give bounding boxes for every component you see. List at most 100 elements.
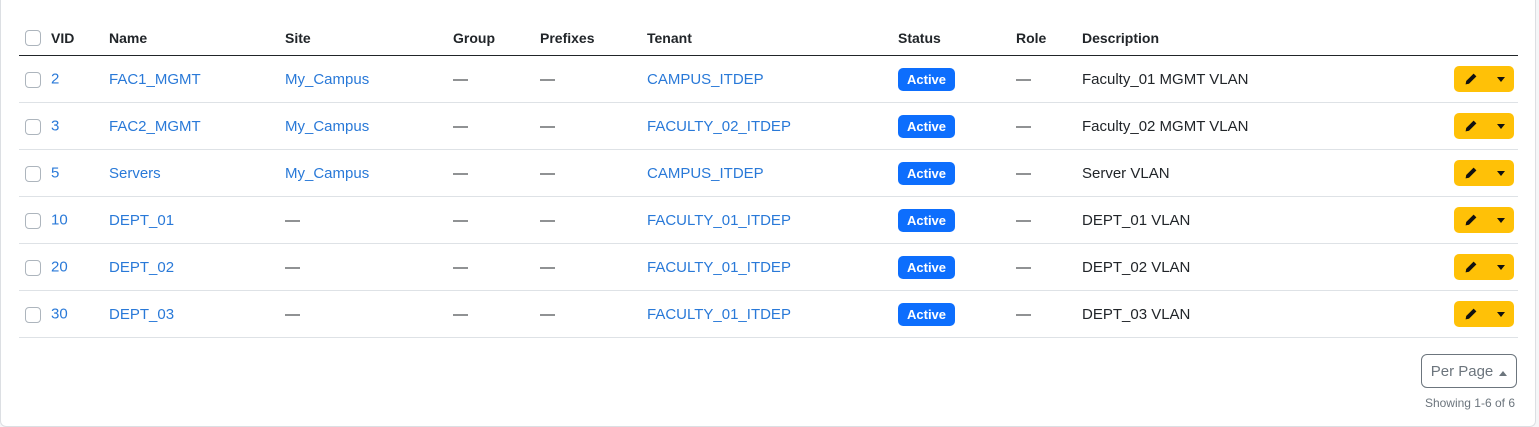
description-cell: DEPT_03 VLAN xyxy=(1082,290,1382,338)
tenant-link[interactable]: FACULTY_02_ITDEP xyxy=(647,118,791,135)
vid-cell: 20 xyxy=(19,243,109,291)
site-link[interactable]: My_Campus xyxy=(285,118,369,135)
status-badge: Active xyxy=(898,255,956,279)
edit-button[interactable] xyxy=(1454,254,1514,280)
tenant-link[interactable]: CAMPUS_ITDEP xyxy=(647,165,764,182)
row-select-checkbox[interactable] xyxy=(25,306,41,323)
column-header-role[interactable]: Role xyxy=(1016,20,1082,56)
prefixes-cell: — xyxy=(540,102,647,150)
status-cell: Active xyxy=(898,290,1016,338)
edit-button[interactable] xyxy=(1454,66,1514,92)
per-page-dropdown[interactable]: Per Page xyxy=(1421,354,1517,388)
description-cell: Faculty_02 MGMT VLAN xyxy=(1082,102,1382,150)
name-cell: FAC1_MGMT xyxy=(109,55,285,103)
role-value: — xyxy=(1016,70,1031,88)
tenant-link[interactable]: FACULTY_01_ITDEP xyxy=(647,306,791,323)
site-cell: My_Campus xyxy=(285,102,453,150)
pencil-icon xyxy=(1465,261,1477,273)
vid-link[interactable]: 20 xyxy=(51,259,68,276)
tenant-link[interactable]: FACULTY_01_ITDEP xyxy=(647,259,791,276)
group-cell: — xyxy=(453,196,540,244)
actions-cell xyxy=(1382,149,1518,197)
pagination-summary: Showing 1-6 of 6 xyxy=(1424,396,1515,410)
prefixes-value: — xyxy=(540,305,555,323)
table-row: 2 FAC1_MGMT My_Campus — — CAMPUS_ITDEP Active —… xyxy=(19,55,1518,103)
vlan-name-link[interactable]: DEPT_03 xyxy=(109,306,174,323)
prefixes-cell: — xyxy=(540,196,647,244)
edit-button[interactable] xyxy=(1454,207,1514,233)
prefixes-value: — xyxy=(540,164,555,182)
site-value: — xyxy=(285,258,300,276)
column-header-tenant[interactable]: Tenant xyxy=(647,20,898,56)
group-value: — xyxy=(453,70,468,88)
status-cell: Active xyxy=(898,243,1016,291)
column-header-name[interactable]: Name xyxy=(109,20,285,56)
vlan-name-link[interactable]: Servers xyxy=(109,165,161,182)
vlan-name-link[interactable]: DEPT_01 xyxy=(109,212,174,229)
vlan-name-link[interactable]: FAC2_MGMT xyxy=(109,118,201,135)
table-header-row: VID Name Site Group Prefixes Tenant Stat… xyxy=(19,20,1518,56)
column-header-description[interactable]: Description xyxy=(1082,20,1382,56)
group-cell: — xyxy=(453,290,540,338)
description-value: Server VLAN xyxy=(1082,164,1170,182)
role-value: — xyxy=(1016,164,1031,182)
prefixes-value: — xyxy=(540,258,555,276)
edit-button[interactable] xyxy=(1454,160,1514,186)
row-select-checkbox[interactable] xyxy=(25,212,41,229)
caret-down-icon[interactable] xyxy=(1497,264,1505,270)
tenant-link[interactable]: FACULTY_01_ITDEP xyxy=(647,212,791,229)
column-header-prefixes: Prefixes xyxy=(540,20,647,56)
pencil-icon xyxy=(1465,214,1477,226)
row-select-checkbox[interactable] xyxy=(25,71,41,88)
caret-down-icon[interactable] xyxy=(1497,170,1505,176)
column-header-status[interactable]: Status xyxy=(898,20,1016,56)
prefixes-cell: — xyxy=(540,55,647,103)
status-badge: Active xyxy=(898,114,956,138)
caret-down-icon[interactable] xyxy=(1497,217,1505,223)
group-value: — xyxy=(453,117,468,135)
status-cell: Active xyxy=(898,149,1016,197)
vid-link[interactable]: 5 xyxy=(51,165,59,182)
vlan-name-link[interactable]: FAC1_MGMT xyxy=(109,71,201,88)
tenant-cell: CAMPUS_ITDEP xyxy=(647,149,898,197)
vid-link[interactable]: 2 xyxy=(51,71,59,88)
column-header-vid: VID xyxy=(19,20,109,56)
actions-cell xyxy=(1382,55,1518,103)
actions-cell xyxy=(1382,102,1518,150)
name-cell: DEPT_03 xyxy=(109,290,285,338)
table-row: 30 DEPT_03 — — — FACULTY_01_ITDEP Active — DEPT_… xyxy=(19,290,1518,338)
vid-cell: 30 xyxy=(19,290,109,338)
vlan-table: VID Name Site Group Prefixes Tenant Stat… xyxy=(19,20,1518,338)
role-cell: — xyxy=(1016,149,1082,197)
site-link[interactable]: My_Campus xyxy=(285,165,369,182)
row-select-checkbox[interactable] xyxy=(25,118,41,135)
tenant-cell: FACULTY_01_ITDEP xyxy=(647,196,898,244)
row-select-checkbox[interactable] xyxy=(25,165,41,182)
vid-link[interactable]: 3 xyxy=(51,118,59,135)
group-cell: — xyxy=(453,55,540,103)
vid-link[interactable]: 10 xyxy=(51,212,68,229)
prefixes-value: — xyxy=(540,70,555,88)
caret-down-icon[interactable] xyxy=(1497,311,1505,317)
vlan-name-link[interactable]: DEPT_02 xyxy=(109,259,174,276)
site-link[interactable]: My_Campus xyxy=(285,71,369,88)
vid-cell: 5 xyxy=(19,149,109,197)
row-select-checkbox[interactable] xyxy=(25,259,41,276)
vlan-table-card: VID Name Site Group Prefixes Tenant Stat… xyxy=(0,0,1536,427)
vid-link[interactable]: 30 xyxy=(51,306,68,323)
role-value: — xyxy=(1016,258,1031,276)
edit-button[interactable] xyxy=(1454,113,1514,139)
column-header-site[interactable]: Site xyxy=(285,20,453,56)
tenant-cell: CAMPUS_ITDEP xyxy=(647,55,898,103)
actions-cell xyxy=(1382,290,1518,338)
description-value: Faculty_02 MGMT VLAN xyxy=(1082,117,1249,135)
select-all-checkbox[interactable] xyxy=(25,30,41,47)
caret-down-icon[interactable] xyxy=(1497,76,1505,82)
status-cell: Active xyxy=(898,55,1016,103)
tenant-link[interactable]: CAMPUS_ITDEP xyxy=(647,71,764,88)
edit-button[interactable] xyxy=(1454,301,1514,327)
column-header-group[interactable]: Group xyxy=(453,20,540,56)
caret-down-icon[interactable] xyxy=(1497,123,1505,129)
group-value: — xyxy=(453,305,468,323)
role-cell: — xyxy=(1016,290,1082,338)
